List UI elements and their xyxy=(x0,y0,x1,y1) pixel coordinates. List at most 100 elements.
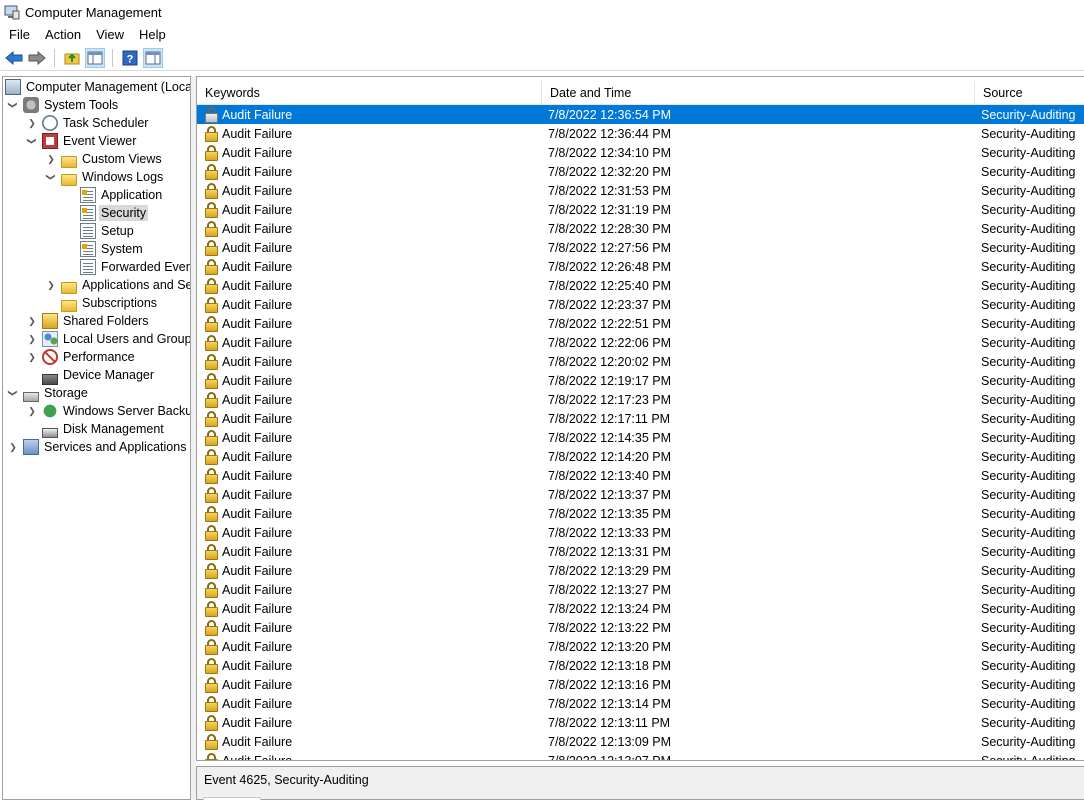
back-arrow-icon[interactable] xyxy=(4,48,24,68)
column-header-date-and-time[interactable]: Date and Time xyxy=(542,81,975,105)
menu-file[interactable]: File xyxy=(3,27,36,42)
table-row[interactable]: Audit Failure 7/8/2022 12:22:51 PM Securit… xyxy=(197,314,1084,333)
table-row[interactable]: Audit Failure 7/8/2022 12:13:27 PM Securit… xyxy=(197,580,1084,599)
cell-source: Security-Auditing xyxy=(981,449,1076,464)
lock-icon xyxy=(205,182,218,199)
table-row[interactable]: Audit Failure 7/8/2022 12:22:06 PM Securit… xyxy=(197,333,1084,352)
chevron-right-icon[interactable]: ❯ xyxy=(45,276,57,294)
help-icon[interactable]: ? xyxy=(120,48,140,68)
cell-keywords: Audit Failure xyxy=(197,448,542,465)
menu-help[interactable]: Help xyxy=(133,27,172,42)
cell-date-and-time: 7/8/2022 12:13:14 PM xyxy=(548,696,672,711)
cell-keywords: Audit Failure xyxy=(197,543,542,560)
column-header-source[interactable]: Source xyxy=(975,81,1084,105)
table-row[interactable]: Audit Failure 7/8/2022 12:13:16 PM Securit… xyxy=(197,675,1084,694)
table-row[interactable]: Audit Failure 7/8/2022 12:13:07 PM Securit… xyxy=(197,751,1084,760)
tree-item-event-viewer[interactable]: ❯ Event Viewer xyxy=(26,132,138,150)
tree-item-windows-server-backup[interactable]: ❯ Windows Server Backup xyxy=(26,402,190,420)
table-row[interactable]: Audit Failure 7/8/2022 12:13:33 PM Securit… xyxy=(197,523,1084,542)
table-row[interactable]: Audit Failure 7/8/2022 12:13:37 PM Securit… xyxy=(197,485,1084,504)
cell-keywords: Audit Failure xyxy=(197,733,542,750)
tree-item-setup[interactable]: Setup xyxy=(76,222,136,240)
chevron-right-icon[interactable]: ❯ xyxy=(26,330,38,348)
table-row[interactable]: Audit Failure 7/8/2022 12:32:20 PM Securit… xyxy=(197,162,1084,181)
tree-item-computer-management[interactable]: Computer Management (Local xyxy=(3,78,191,96)
table-row[interactable]: Audit Failure 7/8/2022 12:13:20 PM Securit… xyxy=(197,637,1084,656)
table-row[interactable]: Audit Failure 7/8/2022 12:19:17 PM Securit… xyxy=(197,371,1084,390)
table-row[interactable]: Audit Failure 7/8/2022 12:13:22 PM Securit… xyxy=(197,618,1084,637)
lock-icon xyxy=(205,296,218,313)
tree-item-local-users-and-groups[interactable]: ❯ Local Users and Groups xyxy=(26,330,190,348)
table-row[interactable]: Audit Failure 7/8/2022 12:13:11 PM Securit… xyxy=(197,713,1084,732)
cell-keywords: Audit Failure xyxy=(197,486,542,503)
table-row[interactable]: Audit Failure 7/8/2022 12:23:37 PM Securit… xyxy=(197,295,1084,314)
table-row[interactable]: Audit Failure 7/8/2022 12:25:40 PM Securit… xyxy=(197,276,1084,295)
chevron-right-icon[interactable]: ❯ xyxy=(45,150,57,168)
chevron-right-icon[interactable]: ❯ xyxy=(26,114,38,132)
title-bar: Computer Management xyxy=(0,0,1084,24)
cell-source: Security-Auditing xyxy=(981,278,1076,293)
table-row[interactable]: Audit Failure 7/8/2022 12:13:24 PM Securit… xyxy=(197,599,1084,618)
tree-item-windows-logs[interactable]: ❯ Windows Logs xyxy=(45,168,165,186)
chevron-right-icon[interactable]: ❯ xyxy=(26,312,38,330)
chevron-down-icon[interactable]: ❯ xyxy=(4,99,22,111)
table-row[interactable]: Audit Failure 7/8/2022 12:13:18 PM Securit… xyxy=(197,656,1084,675)
chevron-right-icon[interactable]: ❯ xyxy=(26,402,38,420)
tree-item-application[interactable]: Application xyxy=(76,186,164,204)
tree-item-system-tools[interactable]: ❯ System Tools xyxy=(7,96,120,114)
table-row[interactable]: Audit Failure 7/8/2022 12:28:30 PM Securit… xyxy=(197,219,1084,238)
table-row[interactable]: Audit Failure 7/8/2022 12:27:56 PM Securit… xyxy=(197,238,1084,257)
tree-item-disk-management[interactable]: Disk Management xyxy=(38,420,166,438)
table-row[interactable]: Audit Failure 7/8/2022 12:26:48 PM Securit… xyxy=(197,257,1084,276)
table-row[interactable]: Audit Failure 7/8/2022 12:17:11 PM Securit… xyxy=(197,409,1084,428)
chevron-right-icon[interactable]: ❯ xyxy=(7,438,19,456)
table-row[interactable]: Audit Failure 7/8/2022 12:20:02 PM Securit… xyxy=(197,352,1084,371)
tree-item-device-manager[interactable]: Device Manager xyxy=(38,366,156,385)
table-row[interactable]: Audit Failure 7/8/2022 12:13:31 PM Securit… xyxy=(197,542,1084,561)
column-header-keywords[interactable]: Keywords xyxy=(197,81,542,105)
tree-item-subscriptions[interactable]: Subscriptions xyxy=(57,294,159,312)
tree-item-security[interactable]: Security xyxy=(76,204,149,222)
tree-item-label: Computer Management (Local xyxy=(26,80,191,94)
menu-view[interactable]: View xyxy=(90,27,130,42)
table-row[interactable]: Audit Failure 7/8/2022 12:13:29 PM Securit… xyxy=(197,561,1084,580)
table-row[interactable]: Audit Failure 7/8/2022 12:14:35 PM Securit… xyxy=(197,428,1084,447)
chevron-down-icon[interactable]: ❯ xyxy=(23,135,41,147)
table-row[interactable]: Audit Failure 7/8/2022 12:36:54 PM Securit… xyxy=(197,105,1084,124)
tree-item-forwarded-events[interactable]: Forwarded Event xyxy=(76,258,191,276)
table-row[interactable]: Audit Failure 7/8/2022 12:34:10 PM Securit… xyxy=(197,143,1084,162)
show-hide-action-pane-icon[interactable] xyxy=(143,47,163,68)
tree-item-shared-folders[interactable]: ❯ Shared Folders xyxy=(26,312,150,330)
tree-item-system[interactable]: System xyxy=(76,240,145,258)
keyword-text: Audit Failure xyxy=(222,715,293,730)
tree-item-applications-and-services[interactable]: ❯ Applications and Se xyxy=(45,276,190,294)
table-row[interactable]: Audit Failure 7/8/2022 12:13:35 PM Securit… xyxy=(197,504,1084,523)
tree-item-storage[interactable]: ❯ Storage xyxy=(7,384,90,402)
cell-keywords: Audit Failure xyxy=(197,581,542,598)
table-row[interactable]: Audit Failure 7/8/2022 12:13:09 PM Securit… xyxy=(197,732,1084,751)
svg-text:?: ? xyxy=(127,53,134,65)
lock-icon xyxy=(205,543,218,560)
table-row[interactable]: Audit Failure 7/8/2022 12:13:40 PM Securit… xyxy=(197,466,1084,485)
table-row[interactable]: Audit Failure 7/8/2022 12:13:14 PM Securit… xyxy=(197,694,1084,713)
up-folder-icon[interactable] xyxy=(62,48,82,68)
tree-item-label: Forwarded Event xyxy=(101,260,191,274)
tree-item-services-and-applications[interactable]: ❯ Services and Applications xyxy=(7,438,188,456)
table-row[interactable]: Audit Failure 7/8/2022 12:31:19 PM Securit… xyxy=(197,200,1084,219)
table-row[interactable]: Audit Failure 7/8/2022 12:31:53 PM Securit… xyxy=(197,181,1084,200)
tree-item-performance[interactable]: ❯ Performance xyxy=(26,348,137,366)
menu-action[interactable]: Action xyxy=(39,27,87,42)
tree-item-custom-views[interactable]: ❯ Custom Views xyxy=(45,150,164,168)
cell-keywords: Audit Failure xyxy=(197,467,542,484)
keyword-text: Audit Failure xyxy=(222,126,293,141)
table-row[interactable]: Audit Failure 7/8/2022 12:14:20 PM Securit… xyxy=(197,447,1084,466)
chevron-down-icon[interactable]: ❯ xyxy=(4,387,22,399)
cell-keywords: Audit Failure xyxy=(197,334,542,351)
table-row[interactable]: Audit Failure 7/8/2022 12:36:44 PM Securit… xyxy=(197,124,1084,143)
show-hide-tree-icon[interactable] xyxy=(85,47,105,68)
chevron-right-icon[interactable]: ❯ xyxy=(26,348,38,366)
forward-arrow-icon[interactable] xyxy=(27,48,47,68)
tree-item-task-scheduler[interactable]: ❯ Task Scheduler xyxy=(26,114,150,132)
table-row[interactable]: Audit Failure 7/8/2022 12:17:23 PM Securit… xyxy=(197,390,1084,409)
chevron-down-icon[interactable]: ❯ xyxy=(42,171,60,183)
